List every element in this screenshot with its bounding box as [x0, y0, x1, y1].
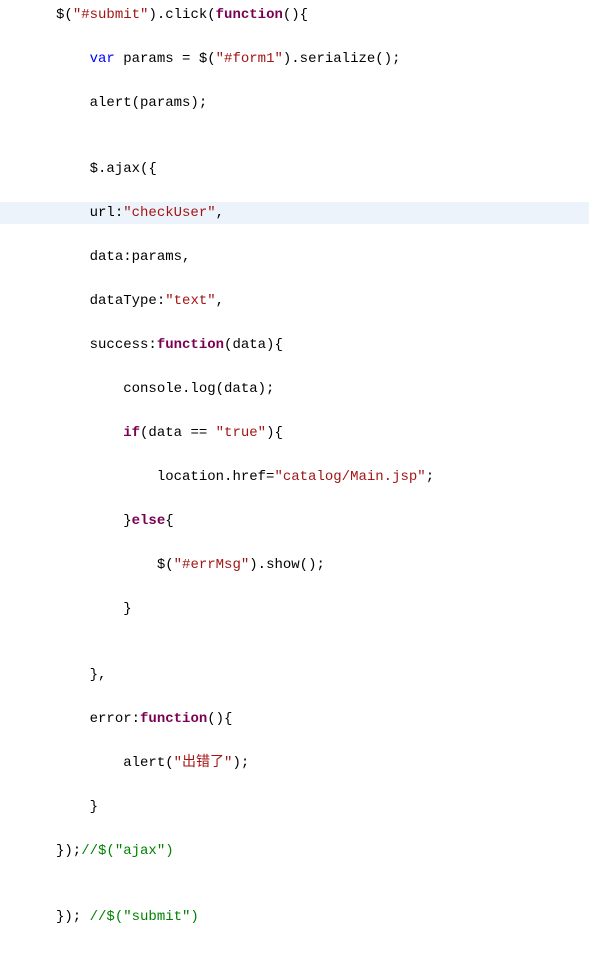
- token-punct: $(: [56, 7, 73, 23]
- token-punct: alert(: [123, 755, 173, 771]
- code-line: dataType:"text",: [0, 290, 589, 312]
- indent: [56, 667, 90, 683]
- token-str: "checkUser": [123, 205, 215, 221]
- token-punct: (data ==: [140, 425, 216, 441]
- code-line: var params = $("#form1").serialize();: [0, 48, 589, 70]
- token-punct: $.ajax({: [90, 161, 157, 177]
- indent: [56, 799, 90, 815]
- code-line: $("#errMsg").show();: [0, 554, 589, 576]
- token-punct: success:: [90, 337, 157, 353]
- indent: [56, 381, 123, 397]
- token-kw2: function: [157, 337, 224, 353]
- token-kw: var: [90, 51, 115, 67]
- token-punct: }: [90, 799, 98, 815]
- token-str: "出错了": [174, 755, 233, 771]
- token-str: "#submit": [73, 7, 149, 23]
- indent: [56, 161, 90, 177]
- token-punct: params = $(: [115, 51, 216, 67]
- token-kw2: if: [123, 425, 140, 441]
- code-line: alert("出错了");: [0, 752, 589, 774]
- token-comment: //$("ajax"): [81, 843, 173, 859]
- code-line: data:params,: [0, 246, 589, 268]
- token-comment: //$("submit"): [90, 909, 199, 925]
- code-line: error:function(){: [0, 708, 589, 730]
- indent: [56, 711, 90, 727]
- code-line: url:"checkUser",: [0, 202, 589, 224]
- token-punct: ).serialize();: [283, 51, 401, 67]
- indent: [56, 205, 90, 221]
- code-block: $("#submit").click(function(){ var param…: [0, 0, 589, 954]
- token-punct: });: [56, 843, 81, 859]
- token-punct: alert(params);: [90, 95, 208, 111]
- token-str: "catalog/Main.jsp": [274, 469, 425, 485]
- token-punct: ;: [426, 469, 434, 485]
- indent: [56, 51, 90, 67]
- token-punct: );: [232, 755, 249, 771]
- token-punct: }: [123, 601, 131, 617]
- code-line: $.ajax({: [0, 158, 589, 180]
- indent: [56, 513, 123, 529]
- code-line: },: [0, 664, 589, 686]
- indent: [56, 469, 157, 485]
- token-punct: console.log(data);: [123, 381, 274, 397]
- indent: [56, 425, 123, 441]
- indent: [56, 337, 90, 353]
- token-punct: data:params,: [90, 249, 191, 265]
- code-line: if(data == "true"){: [0, 422, 589, 444]
- token-punct: },: [90, 667, 107, 683]
- token-str: "#errMsg": [174, 557, 250, 573]
- token-punct: (){: [283, 7, 308, 23]
- code-line: });//$("ajax"): [0, 840, 589, 862]
- indent: [56, 293, 90, 309]
- code-line: console.log(data);: [0, 378, 589, 400]
- token-punct: ).click(: [148, 7, 215, 23]
- token-punct: ,: [216, 293, 224, 309]
- token-punct: ).show();: [249, 557, 325, 573]
- token-punct: });: [56, 909, 90, 925]
- token-str: "true": [216, 425, 266, 441]
- token-punct: location.href=: [157, 469, 275, 485]
- token-punct: $(: [157, 557, 174, 573]
- token-punct: dataType:: [90, 293, 166, 309]
- code-line: }: [0, 598, 589, 620]
- token-punct: ,: [216, 205, 224, 221]
- code-line: }else{: [0, 510, 589, 532]
- token-punct: error:: [90, 711, 140, 727]
- indent: [56, 95, 90, 111]
- token-kw2: function: [140, 711, 207, 727]
- code-line: location.href="catalog/Main.jsp";: [0, 466, 589, 488]
- token-kw2: function: [216, 7, 283, 23]
- code-line: }); //$("submit"): [0, 906, 589, 928]
- token-punct: (){: [207, 711, 232, 727]
- token-punct: url:: [90, 205, 124, 221]
- indent: [56, 601, 123, 617]
- indent: [56, 755, 123, 771]
- indent: [56, 557, 157, 573]
- token-punct: (data){: [224, 337, 283, 353]
- token-str: "#form1": [216, 51, 283, 67]
- code-line: success:function(data){: [0, 334, 589, 356]
- indent: [56, 249, 90, 265]
- token-kw2: else: [132, 513, 166, 529]
- code-line: alert(params);: [0, 92, 589, 114]
- token-str: "text": [165, 293, 215, 309]
- code-line: }: [0, 796, 589, 818]
- code-line: $("#submit").click(function(){: [0, 4, 589, 26]
- token-punct: ){: [266, 425, 283, 441]
- token-punct: {: [165, 513, 173, 529]
- token-punct: }: [123, 513, 131, 529]
